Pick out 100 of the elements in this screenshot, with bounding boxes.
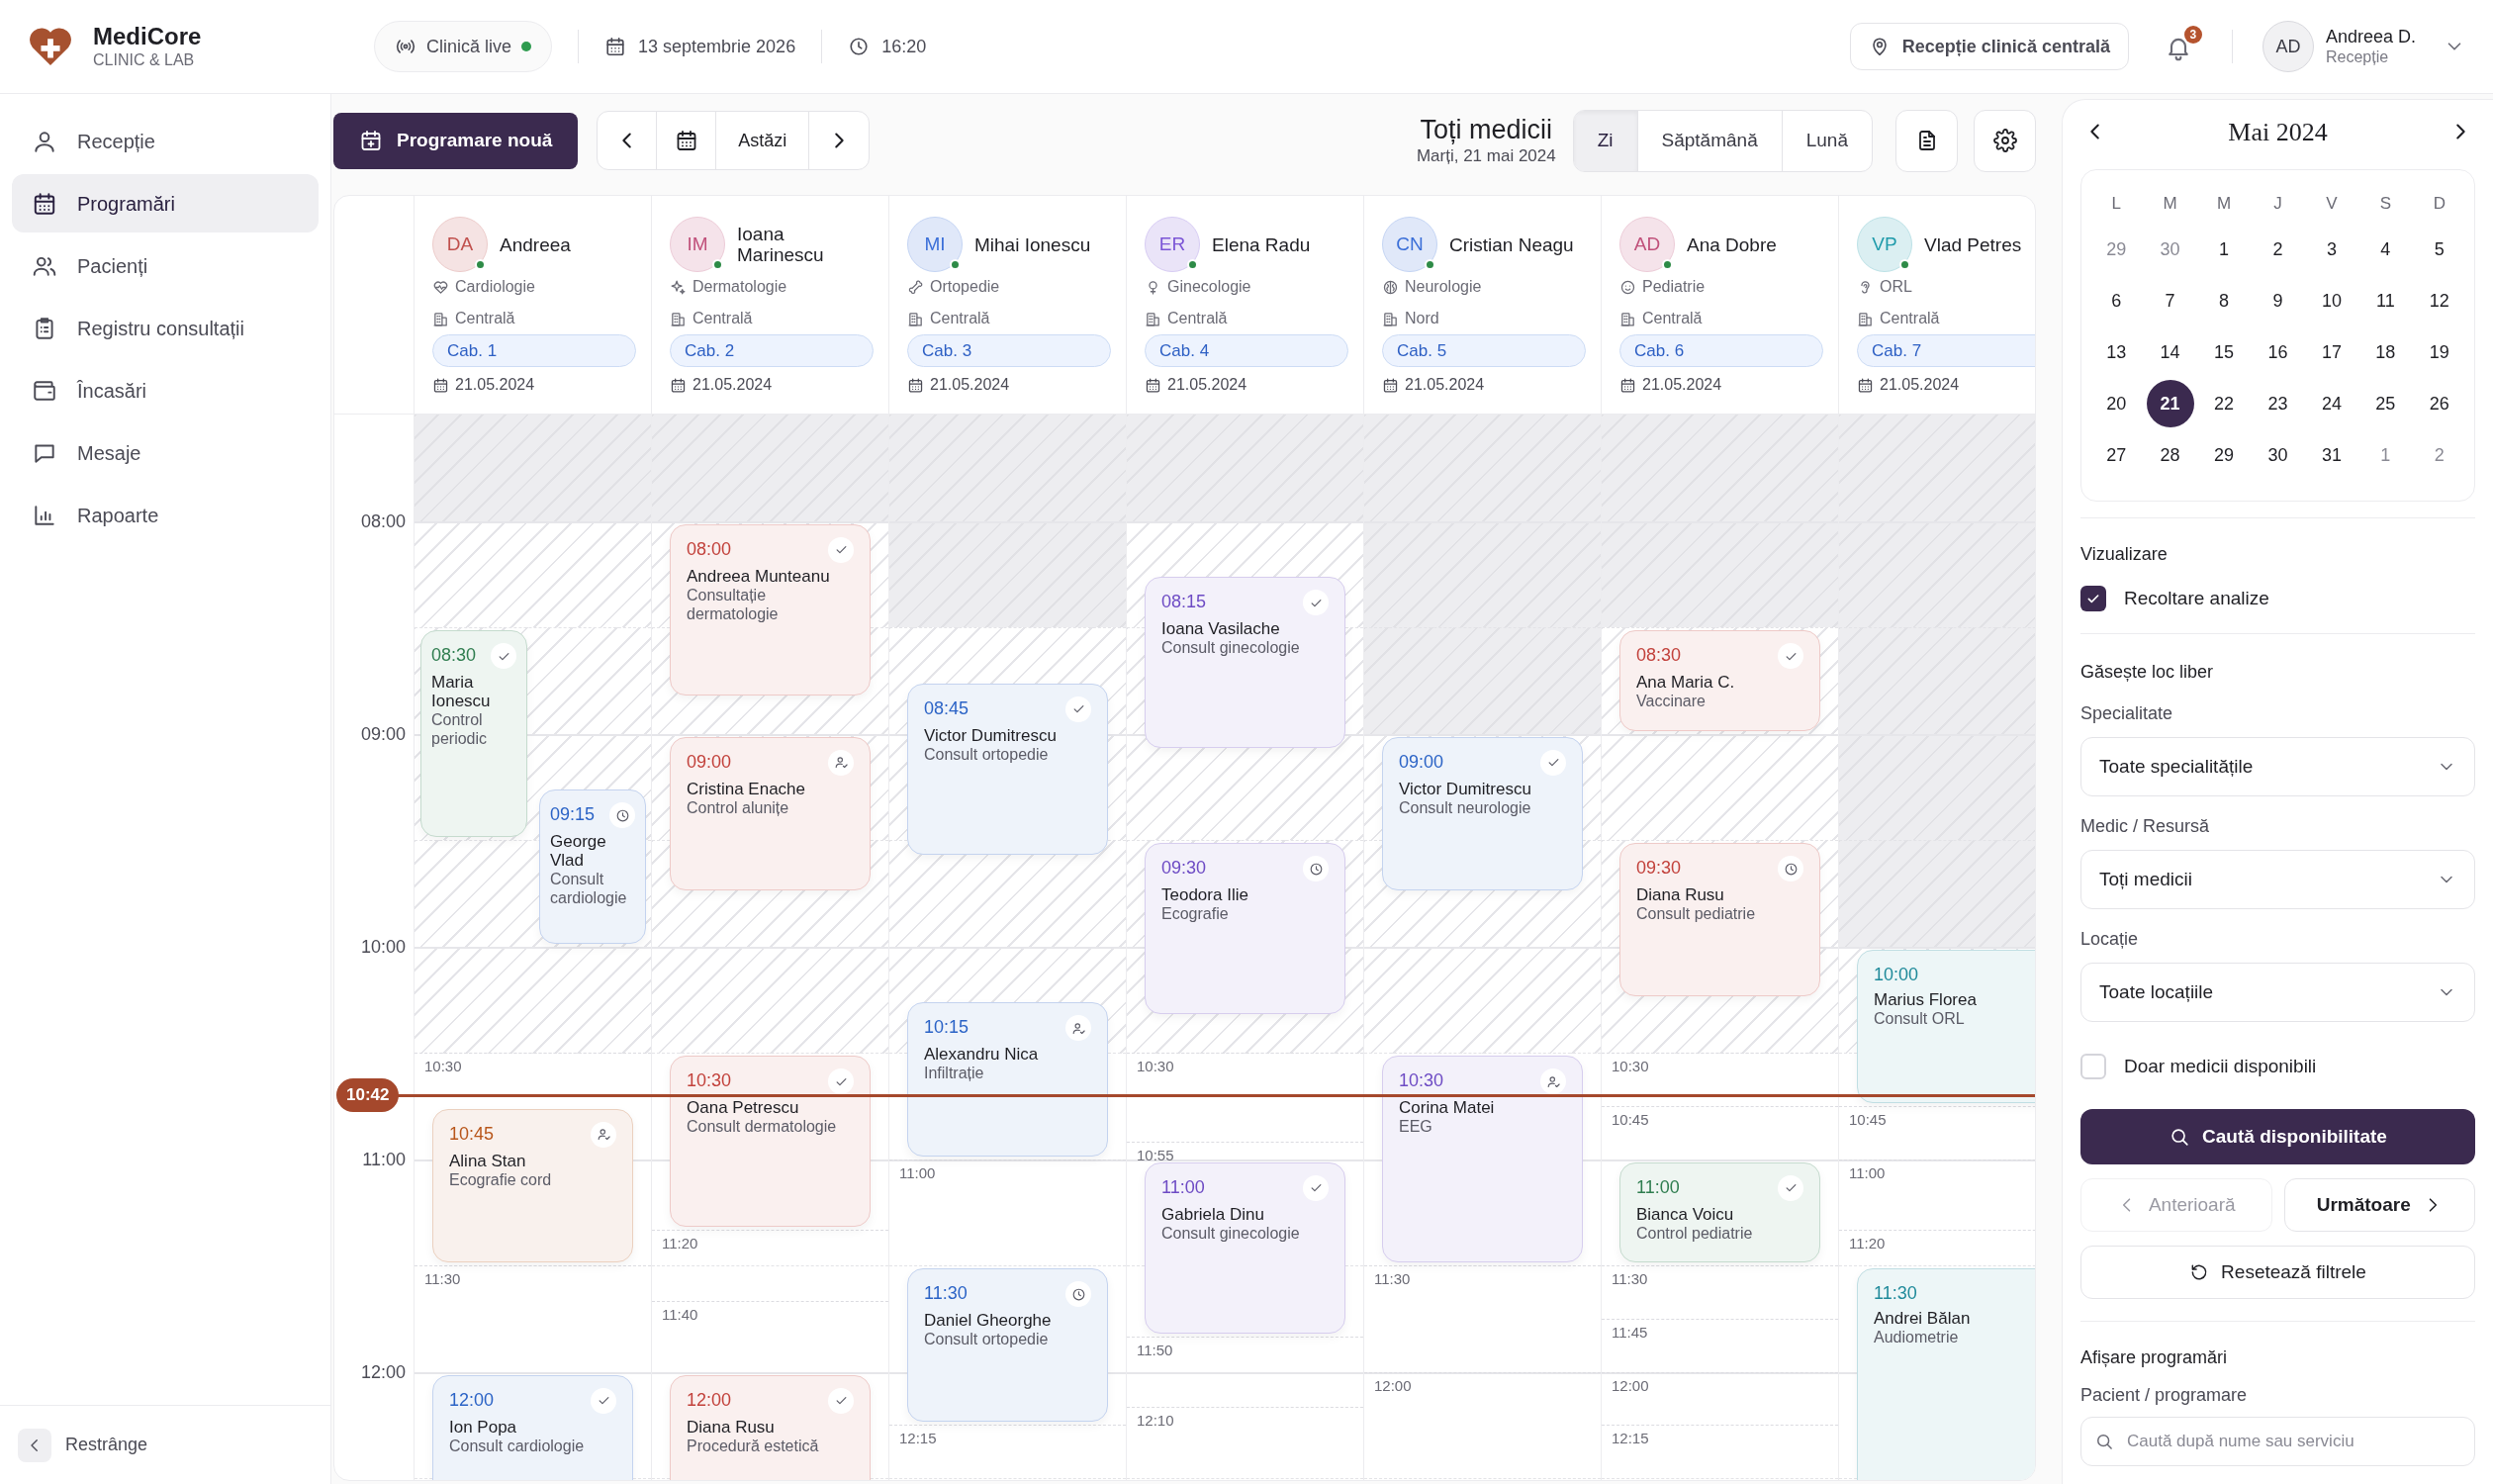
- free-slot-time: 11:30: [1374, 1270, 1411, 1288]
- appointment-card[interactable]: 09:30 Teodora Ilie Ecografie: [1145, 843, 1345, 1015]
- calendar-day[interactable]: 17: [2307, 328, 2355, 376]
- appointment-card[interactable]: 08:30 Ana Maria C. Vaccinare: [1619, 630, 1820, 731]
- appointment-card[interactable]: 09:15 George Vlad Consult cardiologie: [539, 789, 646, 944]
- app-tagline: CLINIC & LAB: [93, 50, 196, 70]
- free-slot-time: 10:30: [1137, 1058, 1174, 1075]
- checkbox[interactable]: [2080, 1054, 2106, 1079]
- clock-icon: [614, 807, 630, 823]
- sidebar-item[interactable]: Pacienți: [12, 236, 319, 295]
- calendar-day[interactable]: 1: [2200, 226, 2249, 273]
- appointment-card[interactable]: 08:00 Andreea Munteanu Consultație dermatologie: [670, 523, 871, 696]
- calendar-day[interactable]: 30: [2254, 431, 2302, 479]
- calendar-day[interactable]: 31: [2307, 431, 2355, 479]
- calendar-day[interactable]: 3: [2307, 226, 2355, 273]
- checkbox-label[interactable]: Recoltare analize: [2124, 584, 2269, 613]
- calendar-day[interactable]: 5: [2415, 226, 2463, 273]
- calendar-day[interactable]: 16: [2254, 328, 2302, 376]
- view-tab[interactable]: Lună: [1781, 110, 1872, 171]
- calendar-day[interactable]: 14: [2146, 328, 2194, 376]
- sidebar-item[interactable]: Încasări: [12, 361, 319, 419]
- appointment-card[interactable]: 12:00 Diana Rusu Procedură estetică: [670, 1374, 871, 1480]
- appointment-service: EEG: [1399, 1117, 1433, 1136]
- calendar-day[interactable]: 23: [2254, 380, 2302, 427]
- calendar-day[interactable]: 6: [2092, 277, 2141, 325]
- appointment-card[interactable]: 11:30 Andrei Bălan Audiometrie: [1857, 1268, 2035, 1480]
- location-selector[interactable]: Recepție clinică centrală: [1849, 23, 2129, 70]
- search-field[interactable]: Caută după nume sau serviciu: [2080, 1417, 2475, 1466]
- appointment-card[interactable]: 09:00 Victor Dumitrescu Consult neurologie: [1382, 736, 1583, 890]
- calendar-day[interactable]: 20: [2092, 380, 2141, 427]
- calendar-day[interactable]: 9: [2254, 277, 2302, 325]
- appointment-card[interactable]: 09:00 Cristina Enache Control alunițe: [670, 736, 871, 890]
- appointment-time: 11:00: [1161, 1175, 1205, 1199]
- user-role: Recepție: [2325, 47, 2390, 67]
- calendar-day[interactable]: 13: [2092, 328, 2141, 376]
- reset-filters-button[interactable]: Resetează filtrele: [2080, 1246, 2475, 1299]
- calendar-day[interactable]: 4: [2361, 226, 2410, 273]
- sparkle-icon: [670, 278, 687, 296]
- next-button[interactable]: Următoare: [2283, 1178, 2475, 1232]
- calendar-day[interactable]: 25: [2361, 380, 2410, 427]
- calendar-day[interactable]: 11: [2361, 277, 2410, 325]
- calendar-day[interactable]: 27: [2092, 431, 2141, 479]
- free-slot-time: 11:20: [1849, 1235, 1886, 1253]
- new-appointment-button[interactable]: Programare nouă: [333, 112, 579, 169]
- calendar-day[interactable]: 19: [2415, 328, 2463, 376]
- user-check-icon: [1545, 1073, 1561, 1089]
- calendar-day[interactable]: 30: [2146, 226, 2194, 273]
- calendar-day[interactable]: 8: [2200, 277, 2249, 325]
- appointment-card[interactable]: 11:00 Bianca Voicu Control pediatrie: [1619, 1161, 1820, 1262]
- calendar-day[interactable]: 15: [2200, 328, 2249, 376]
- appointment-card[interactable]: 11:00 Gabriela Dinu Consult ginecologie: [1145, 1161, 1345, 1334]
- appointment-card[interactable]: 08:15 Ioana Vasilache Consult ginecologie: [1145, 577, 1345, 749]
- calendar-day[interactable]: 28: [2146, 431, 2194, 479]
- appointment-card[interactable]: 08:30 Maria Ionescu Control periodic: [420, 630, 527, 837]
- dropdown[interactable]: Toate specialitățile: [2080, 737, 2475, 796]
- calendar-day[interactable]: 29: [2200, 431, 2249, 479]
- sidebar-item[interactable]: Recepție: [12, 112, 319, 170]
- export-button[interactable]: [1895, 109, 1958, 172]
- view-tab[interactable]: Zi: [1573, 110, 1637, 171]
- appointment-card[interactable]: 10:45 Alina Stan Ecografie cord: [432, 1108, 633, 1262]
- calendar-day[interactable]: 18: [2361, 328, 2410, 376]
- checkbox[interactable]: [2080, 586, 2106, 611]
- live-status-pill[interactable]: Clinică live: [374, 21, 553, 72]
- calendar-day[interactable]: 24: [2307, 380, 2355, 427]
- calendar-day[interactable]: 2: [2254, 226, 2302, 273]
- calendar-day[interactable]: 7: [2146, 277, 2194, 325]
- appointment-card[interactable]: 11:30 Daniel Gheorghe Consult ortopedie: [907, 1268, 1108, 1423]
- field-label: Pacient / programare: [2080, 1384, 2249, 1407]
- sidebar-item[interactable]: Rapoarte: [12, 486, 319, 544]
- sidebar-item[interactable]: Programări: [12, 174, 319, 232]
- dropdown[interactable]: Toate locațiile: [2080, 963, 2475, 1022]
- checkbox-label[interactable]: Doar medicii disponibili: [2124, 1052, 2317, 1081]
- settings-button[interactable]: [1974, 109, 2036, 172]
- appointment-card[interactable]: 10:30 Corina Matei EEG: [1382, 1056, 1583, 1262]
- appointment-card[interactable]: 10:00 Marius Florea Consult ORL: [1857, 949, 2035, 1103]
- collapse-label[interactable]: Restrânge: [65, 1432, 148, 1458]
- appointment-service: Consult ortopedie: [924, 744, 1050, 764]
- sidebar-item[interactable]: Mesaje: [12, 423, 319, 482]
- calendar-day[interactable]: 10: [2307, 277, 2355, 325]
- sidebar-item[interactable]: Registru consultații: [12, 299, 319, 357]
- calendar-day[interactable]: 22: [2200, 380, 2249, 427]
- search-availability-button[interactable]: Caută disponibilitate: [2080, 1109, 2475, 1164]
- user-avatar[interactable]: AD: [2262, 21, 2314, 72]
- view-tab[interactable]: Săptămână: [1636, 110, 1782, 171]
- appointment-card[interactable]: 10:30 Oana Petrescu Consult dermatologie: [670, 1056, 871, 1228]
- notifications-button[interactable]: 3: [2160, 26, 2202, 67]
- appointment-card[interactable]: 08:45 Victor Dumitrescu Consult ortopedie: [907, 683, 1108, 855]
- calendar-day[interactable]: 26: [2415, 380, 2463, 427]
- brain-icon: [1382, 278, 1399, 296]
- appointment-card[interactable]: 12:00 Ion Popa Consult cardiologie: [432, 1374, 633, 1480]
- patient-name: Victor Dumitrescu: [1399, 779, 1532, 798]
- calendar-plus-icon: [359, 129, 383, 152]
- calendar-icon: [1145, 376, 1161, 394]
- calendar-day[interactable]: 12: [2415, 277, 2463, 325]
- calendar-day[interactable]: 21: [2146, 380, 2194, 427]
- appointment-card[interactable]: 09:30 Diana Rusu Consult pediatrie: [1619, 843, 1820, 997]
- appointment-card[interactable]: 10:15 Alexandru Nica Infiltrație: [907, 1002, 1108, 1157]
- weekday-label: S: [2379, 193, 2391, 216]
- dropdown[interactable]: Toți medicii: [2080, 850, 2475, 909]
- calendar-day[interactable]: 29: [2092, 226, 2141, 273]
